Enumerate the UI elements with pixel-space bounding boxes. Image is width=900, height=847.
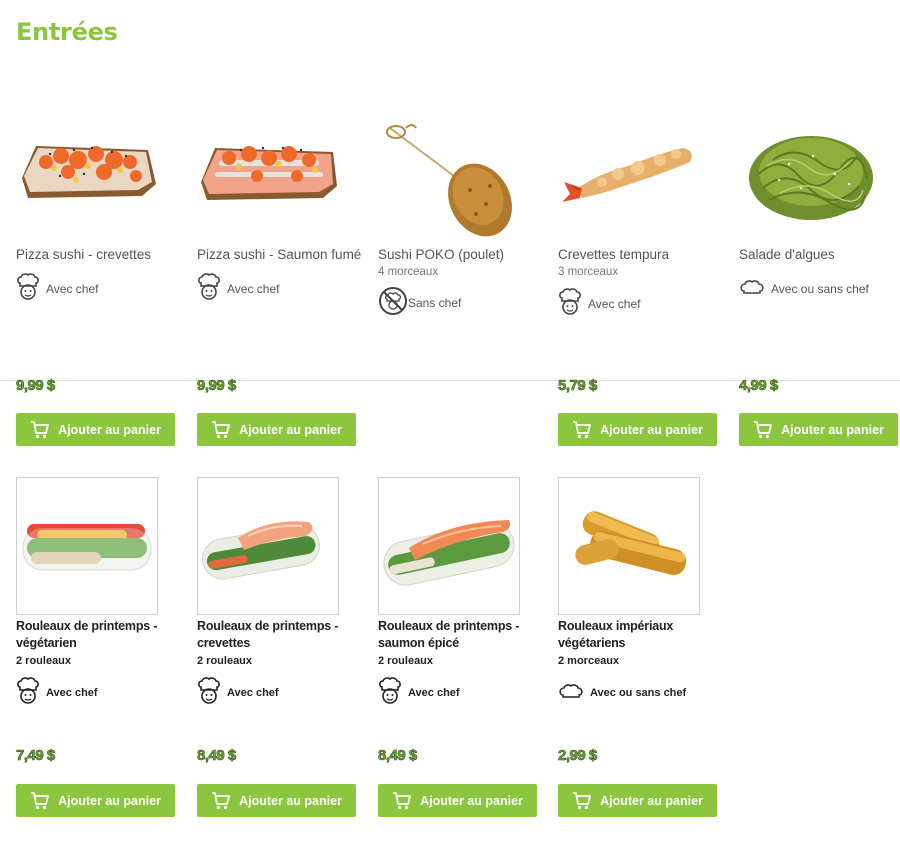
product-card: Rouleaux de printemps - végétarien 2 rou… — [16, 477, 181, 708]
chef-option: Avec chef — [16, 677, 181, 708]
product-price: 9,99 $ — [16, 377, 56, 395]
product-card: Crevettes tempura 3 morceaux Avec chef — [558, 104, 723, 319]
product-pieces: 4 morceaux — [378, 266, 439, 278]
chef-hat-icon — [16, 273, 40, 304]
add-to-cart-label: Ajouter au panier — [781, 422, 884, 437]
add-to-cart-label: Ajouter au panier — [420, 793, 523, 808]
product-pieces: 2 morceaux — [558, 655, 620, 667]
section-title: Entrées — [16, 18, 118, 46]
product-image-pizza-sushi-crevettes[interactable] — [16, 104, 158, 242]
product-card: Rouleaux impériaux végétariens 2 morceau… — [558, 477, 723, 702]
product-name: Rouleaux impériaux végétariens — [558, 619, 674, 650]
add-to-cart-button[interactable]: Ajouter au panier — [16, 784, 175, 817]
add-to-cart-label: Ajouter au panier — [239, 422, 342, 437]
chef-hat-icon — [197, 677, 221, 708]
product-image-salade-algues[interactable] — [739, 104, 881, 242]
product-price: 8,49 $ — [197, 747, 237, 765]
product-image-crevettes-tempura[interactable] — [558, 104, 700, 242]
cart-icon — [212, 791, 230, 809]
product-image-sushi-poko[interactable] — [378, 104, 520, 242]
chef-label: Avec chef — [227, 686, 279, 699]
product-name: Crevettes tempura — [558, 247, 670, 262]
chef-toque-outline-icon — [739, 279, 765, 298]
cart-icon — [31, 791, 49, 809]
product-card: Pizza sushi - Saumon fumé Avec chef — [197, 104, 362, 304]
chef-label: Avec ou sans chef — [771, 281, 869, 296]
product-name: Pizza sushi - Saumon fumé — [197, 247, 362, 262]
product-image-pizza-sushi-saumon[interactable] — [197, 104, 339, 242]
chef-label: Avec chef — [46, 686, 98, 699]
add-to-cart-button[interactable]: Ajouter au panier — [197, 413, 356, 446]
cart-icon — [31, 420, 49, 438]
chef-option: Sans chef — [378, 286, 543, 319]
product-image-rouleaux-imperiaux[interactable] — [558, 477, 700, 615]
chef-option: Avec chef — [197, 677, 362, 708]
product-image-rouleaux-saumon[interactable] — [378, 477, 520, 615]
chef-option: Avec chef — [378, 677, 543, 708]
product-image-rouleaux-crevettes[interactable] — [197, 477, 339, 615]
add-to-cart-label: Ajouter au panier — [58, 793, 161, 808]
chef-hat-icon — [16, 677, 40, 708]
add-to-cart-button[interactable]: Ajouter au panier — [739, 413, 898, 446]
product-name: Sushi POKO (poulet) — [378, 247, 505, 262]
product-name: Rouleaux de printemps - saumon épicé — [378, 619, 520, 650]
product-price: 4,99 $ — [739, 377, 779, 395]
chef-label: Avec chef — [588, 296, 641, 311]
chef-option: Avec ou sans chef — [558, 683, 723, 702]
add-to-cart-label: Ajouter au panier — [58, 422, 161, 437]
cart-icon — [573, 791, 591, 809]
chef-hat-icon — [378, 677, 402, 708]
add-to-cart-button[interactable]: Ajouter au panier — [16, 413, 175, 446]
product-card: Sushi POKO (poulet) 4 morceaux Sans chef — [378, 104, 543, 319]
product-pieces: 2 rouleaux — [197, 655, 253, 667]
cart-icon — [754, 420, 772, 438]
add-to-cart-label: Ajouter au panier — [600, 793, 703, 808]
add-to-cart-button[interactable]: Ajouter au panier — [558, 784, 717, 817]
chef-option: Avec ou sans chef — [739, 279, 900, 298]
product-pieces: 3 morceaux — [558, 266, 619, 278]
product-pieces: 2 rouleaux — [16, 655, 72, 667]
product-card: Rouleaux de printemps - saumon épicé 2 r… — [378, 477, 543, 708]
product-image-rouleaux-vegetarien[interactable] — [16, 477, 158, 615]
chef-option: Avec chef — [558, 288, 723, 319]
product-name: Salade d'algues — [739, 247, 835, 262]
product-card: Pizza sushi - crevettes Avec chef — [16, 104, 181, 304]
cart-icon — [393, 791, 411, 809]
chef-option: Avec chef — [197, 273, 362, 304]
add-to-cart-button[interactable]: Ajouter au panier — [378, 784, 537, 817]
product-price: 5,79 $ — [558, 377, 598, 395]
chef-toque-outline-icon — [558, 683, 584, 702]
cart-icon — [212, 420, 230, 438]
add-to-cart-button[interactable]: Ajouter au panier — [197, 784, 356, 817]
product-name: Rouleaux de printemps - végétarien — [16, 619, 158, 650]
product-price: 9,99 $ — [197, 377, 237, 395]
add-to-cart-label: Ajouter au panier — [239, 793, 342, 808]
product-name: Rouleaux de printemps - crevettes — [197, 619, 339, 650]
cart-icon — [573, 420, 591, 438]
chef-label: Avec chef — [46, 281, 99, 296]
chef-hat-icon — [558, 288, 582, 319]
chef-label: Avec chef — [227, 281, 280, 296]
add-to-cart-button[interactable]: Ajouter au panier — [558, 413, 717, 446]
product-card: Salade d'algues Avec ou sans chef — [739, 104, 900, 298]
product-pieces: 2 rouleaux — [378, 655, 434, 667]
chef-label: Sans chef — [408, 295, 462, 310]
product-price: 7,49 $ — [16, 747, 56, 765]
chef-label: Avec chef — [408, 686, 460, 699]
chef-option: Avec chef — [16, 273, 181, 304]
chef-label: Avec ou sans chef — [590, 686, 687, 699]
add-to-cart-label: Ajouter au panier — [600, 422, 703, 437]
no-chef-icon — [378, 286, 408, 319]
product-name: Pizza sushi - crevettes — [16, 247, 152, 262]
chef-hat-icon — [197, 273, 221, 304]
product-card: Rouleaux de printemps - crevettes 2 roul… — [197, 477, 362, 708]
product-price: 8,49 $ — [378, 747, 418, 765]
product-price: 2,99 $ — [558, 747, 598, 765]
